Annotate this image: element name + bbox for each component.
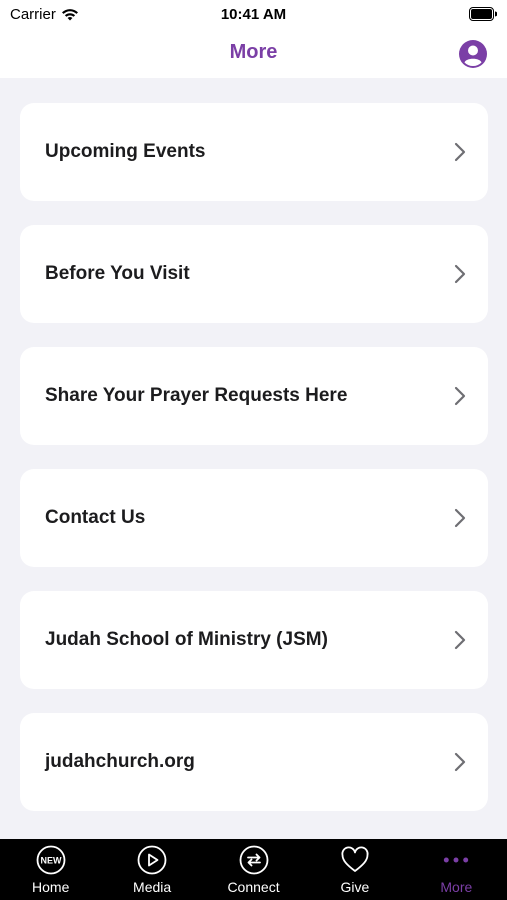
chevron-right-icon [454,142,466,162]
tab-label: Connect [227,879,280,895]
menu-item-label: Judah School of Ministry (JSM) [45,629,328,650]
chevron-right-icon [454,752,466,772]
menu-item-prayer-requests[interactable]: Share Your Prayer Requests Here [20,347,488,445]
menu-item-jsm[interactable]: Judah School of Ministry (JSM) [20,591,488,689]
tab-connect[interactable]: Connect [203,839,304,900]
chevron-right-icon [454,264,466,284]
tab-more[interactable]: More [406,839,507,900]
status-time: 10:41 AM [220,6,287,23]
battery-icon [469,7,497,21]
tab-home[interactable]: NEW Home [0,839,101,900]
profile-icon[interactable] [458,39,488,69]
tab-label: Home [32,879,70,895]
chevron-right-icon [454,508,466,528]
page-title: More [229,41,278,63]
menu-item-website[interactable]: judahchurch.org [20,713,488,811]
tab-label: Give [340,879,370,895]
screen: Carrier 10:41 AM More Upcoming Events Be… [0,0,507,900]
menu-item-label: judahchurch.org [45,751,195,772]
tab-media[interactable]: Media [101,839,202,900]
menu-list: Upcoming Events Before You Visit Share Y… [20,103,488,835]
new-badge-icon: NEW [36,845,66,875]
tab-give[interactable]: Give [304,839,405,900]
chevron-right-icon [454,386,466,406]
menu-item-label: Share Your Prayer Requests Here [45,385,348,406]
menu-item-upcoming-events[interactable]: Upcoming Events [20,103,488,201]
play-icon [137,845,167,875]
menu-item-contact-us[interactable]: Contact Us [20,469,488,567]
menu-item-label: Upcoming Events [45,141,206,162]
nav-bar: More [0,30,507,78]
connect-icon [239,845,269,875]
status-bar: Carrier 10:41 AM [0,0,507,30]
tab-label: More [440,879,473,895]
tab-bar: NEW Home Media Connect Give More [0,839,507,900]
more-dots-icon [441,845,471,875]
menu-item-label: Contact Us [45,507,146,528]
new-badge-text: NEW [40,856,62,866]
heart-icon [340,845,370,875]
tab-label: Media [133,879,172,895]
chevron-right-icon [454,630,466,650]
menu-item-before-you-visit[interactable]: Before You Visit [20,225,488,323]
menu-item-label: Before You Visit [45,263,190,284]
